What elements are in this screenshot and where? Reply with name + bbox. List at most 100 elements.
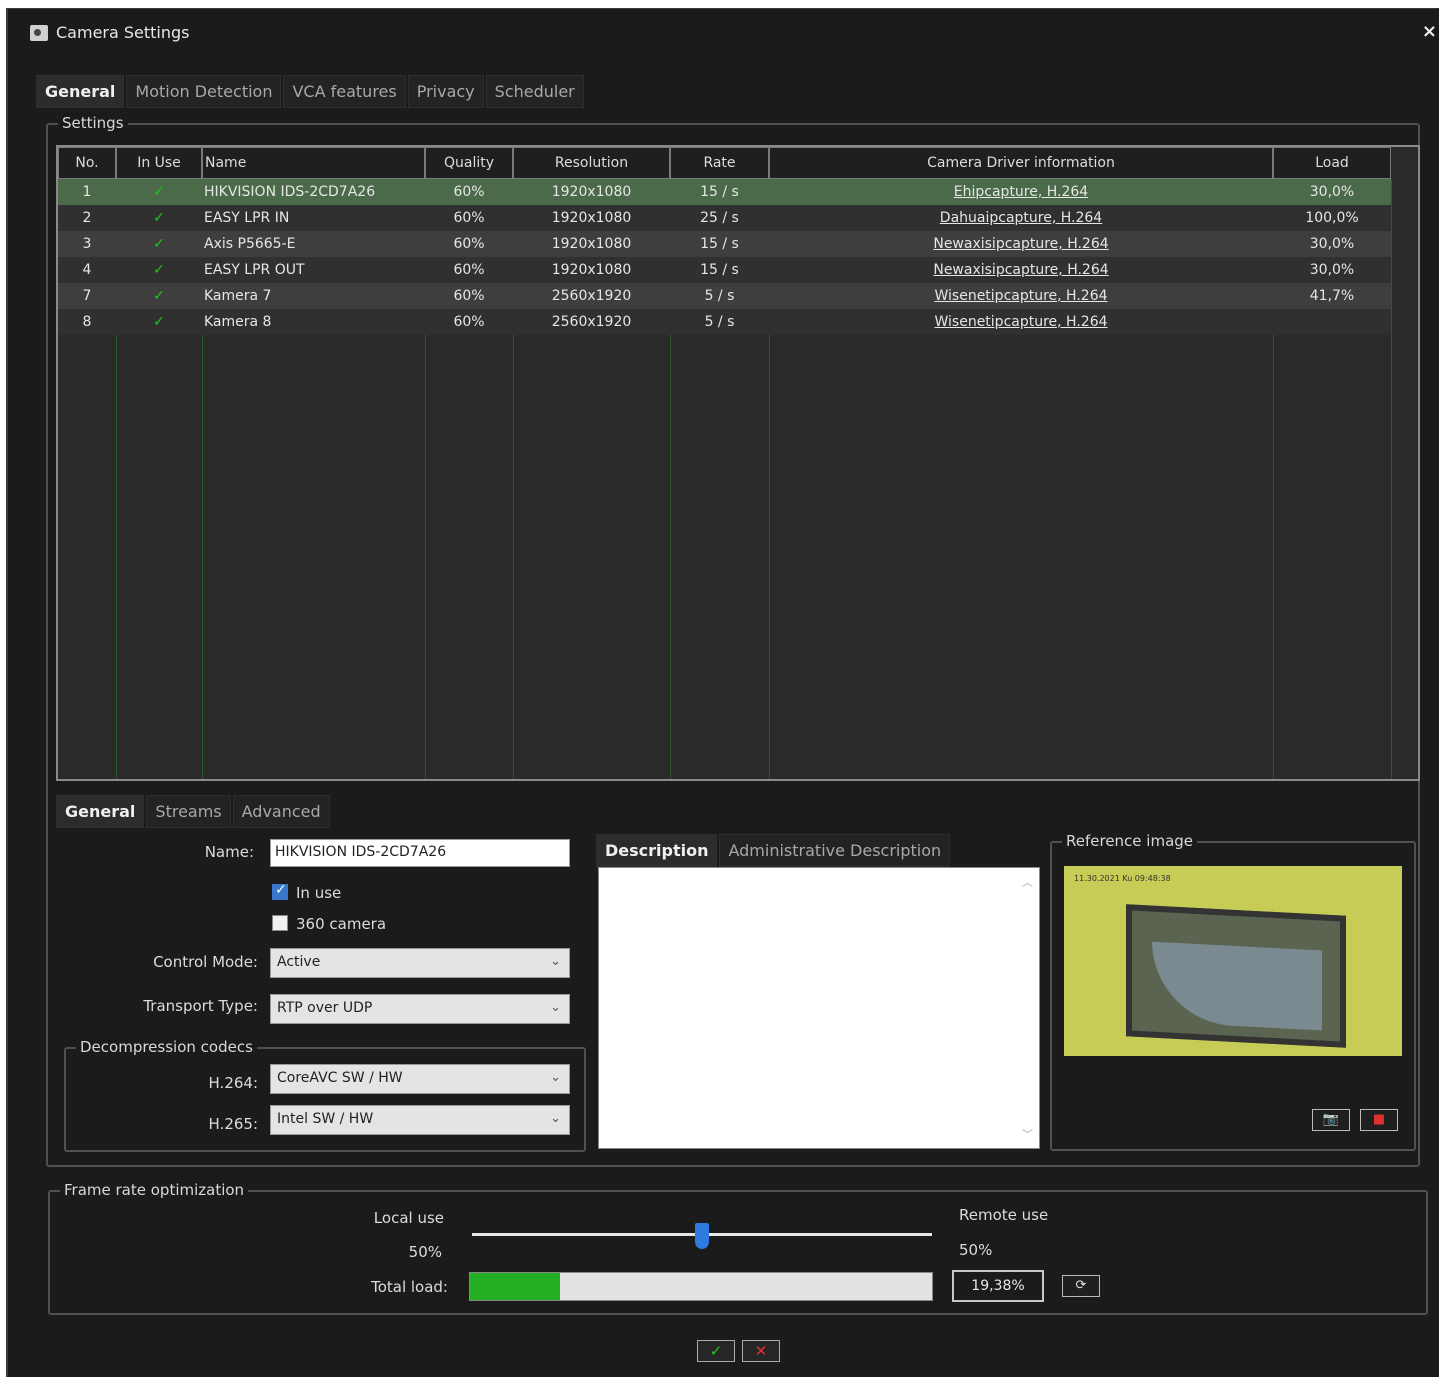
cell-resolution: 1920x1080	[551, 262, 632, 278]
cell-resolution: 1920x1080	[551, 236, 632, 252]
sub-tabs: General Streams Advanced	[56, 795, 332, 828]
header-name[interactable]: Name	[202, 147, 425, 179]
subtab-streams[interactable]: Streams	[146, 795, 231, 828]
usage-slider-thumb[interactable]	[695, 1223, 709, 1249]
cell-quality: 60%	[453, 184, 485, 200]
cell-load: 30,0%	[1309, 236, 1355, 252]
table-row[interactable]: 2 ✓ EASY LPR IN 60% 1920x1080 25 / s Dahuaipca…	[58, 205, 1391, 231]
table-row[interactable]: 8 ✓ Kamera 8 60% 2560x1920 5 / s Wisenetipcapt…	[58, 309, 1391, 335]
tab-general[interactable]: General	[36, 75, 125, 108]
cell-in-use: ✓	[153, 288, 165, 304]
cell-no: 8	[82, 314, 92, 330]
cell-rate: 15 / s	[700, 184, 739, 200]
h264-codec-select[interactable]: CoreAVC SW / HW ⌄	[270, 1064, 570, 1094]
camera-360-checkbox[interactable]	[272, 915, 288, 931]
cell-driver[interactable]: Wisenetipcapture, H.264	[769, 283, 1273, 309]
cell-load: 30,0%	[1309, 262, 1355, 278]
total-load-bar	[469, 1272, 933, 1301]
scroll-up-icon[interactable]: ︿	[1022, 874, 1033, 890]
cell-rate: 15 / s	[700, 236, 739, 252]
table-header: No. In Use Name Quality Resolution Rate …	[58, 147, 1391, 179]
close-button[interactable]: ×	[1422, 21, 1437, 42]
cell-name: EASY LPR OUT	[204, 262, 305, 278]
reference-image-title: Reference image	[1062, 832, 1198, 850]
title-bar: Camera Settings ×	[8, 9, 1439, 53]
cell-rate: 5 / s	[704, 288, 735, 304]
delete-image-icon[interactable]: ■	[1360, 1109, 1398, 1131]
chevron-down-icon: ⌄	[550, 1070, 561, 1085]
tab-administrative-description[interactable]: Administrative Description	[719, 834, 951, 867]
chevron-down-icon: ⌄	[550, 954, 561, 969]
tab-motion-detection[interactable]: Motion Detection	[126, 75, 282, 108]
table-row[interactable]: 7 ✓ Kamera 7 60% 2560x1920 5 / s Wisenetipcapt…	[58, 283, 1391, 309]
cell-driver[interactable]: Newaxisipcapture, H.264	[769, 231, 1273, 257]
cell-resolution: 2560x1920	[551, 314, 632, 330]
cell-load: 41,7%	[1309, 288, 1355, 304]
total-load-label: Total load:	[371, 1278, 448, 1296]
tab-description[interactable]: Description	[596, 834, 718, 867]
cell-in-use: ✓	[153, 236, 165, 252]
h264-label: H.264:	[208, 1074, 258, 1092]
remote-use-value: 50%	[959, 1241, 993, 1259]
cell-driver[interactable]: Wisenetipcapture, H.264	[769, 309, 1273, 335]
header-quality[interactable]: Quality	[425, 147, 513, 179]
h265-codec-select[interactable]: Intel SW / HW ⌄	[270, 1105, 570, 1135]
transport-type-select[interactable]: RTP over UDP ⌄	[270, 994, 570, 1024]
cell-no: 3	[82, 236, 92, 252]
reference-image: 11.30.2021 Ku 09:48:38	[1064, 866, 1402, 1056]
header-in-use[interactable]: In Use	[116, 147, 202, 179]
h265-label: H.265:	[208, 1115, 258, 1133]
table-row[interactable]: 3 ✓ Axis P5665-E 60% 1920x1080 15 / s Newaxisi…	[58, 231, 1391, 257]
cell-rate: 25 / s	[700, 210, 739, 226]
transport-type-value: RTP over UDP	[277, 1000, 373, 1016]
camera-settings-window: Camera Settings × General Motion Detecti…	[6, 8, 1439, 1377]
control-mode-label: Control Mode:	[153, 953, 258, 971]
name-input[interactable]: HIKVISION IDS-2CD7A26	[270, 839, 570, 867]
control-mode-value: Active	[277, 954, 321, 970]
scroll-down-icon[interactable]: ﹀	[1022, 1126, 1033, 1142]
cell-driver[interactable]: Ehipcapture, H.264	[769, 179, 1273, 205]
subtab-general[interactable]: General	[56, 795, 145, 828]
camera-icon[interactable]: 📷	[1312, 1109, 1350, 1131]
cell-driver[interactable]: Dahuaipcapture, H.264	[769, 205, 1273, 231]
total-load-value: 19,38%	[952, 1270, 1044, 1302]
cell-quality: 60%	[453, 210, 485, 226]
frame-rate-title: Frame rate optimization	[60, 1181, 249, 1199]
header-driver-info[interactable]: Camera Driver information	[769, 147, 1273, 179]
description-textarea[interactable]: ︿ ﹀	[598, 867, 1040, 1149]
in-use-checkbox[interactable]	[272, 882, 288, 900]
header-no[interactable]: No.	[58, 147, 116, 179]
decompression-codecs-group: Decompression codecs	[64, 1038, 586, 1152]
cell-name: Kamera 7	[204, 288, 272, 304]
header-resolution[interactable]: Resolution	[513, 147, 670, 179]
tab-vca-features[interactable]: VCA features	[283, 75, 406, 108]
total-load-fill	[470, 1273, 560, 1300]
refresh-icon[interactable]: ⟳	[1062, 1275, 1100, 1297]
table-row[interactable]: 4 ✓ EASY LPR OUT 60% 1920x1080 15 / s Newaxisi…	[58, 257, 1391, 283]
reference-image-road	[1152, 941, 1322, 1031]
subtab-advanced[interactable]: Advanced	[232, 795, 330, 828]
tab-scheduler[interactable]: Scheduler	[485, 75, 584, 108]
table-row[interactable]: 1 ✓ HIKVISION IDS-2CD7A26 60% 1920x1080 15 / …	[58, 179, 1391, 205]
cancel-button[interactable]: ✕	[742, 1340, 780, 1362]
cell-name: HIKVISION IDS-2CD7A26	[204, 184, 376, 200]
chevron-down-icon: ⌄	[550, 1000, 561, 1015]
cell-name: Axis P5665-E	[204, 236, 296, 252]
cell-name: Kamera 8	[204, 314, 272, 330]
cell-resolution: 1920x1080	[551, 184, 632, 200]
cell-no: 4	[82, 262, 92, 278]
cell-no: 1	[82, 184, 92, 200]
camera-settings-icon	[30, 25, 48, 41]
cell-driver[interactable]: Newaxisipcapture, H.264	[769, 257, 1273, 283]
ok-button[interactable]: ✓	[697, 1340, 735, 1362]
header-rate[interactable]: Rate	[670, 147, 769, 179]
camera-table: No. In Use Name Quality Resolution Rate …	[56, 145, 1420, 781]
cell-rate: 5 / s	[704, 314, 735, 330]
control-mode-select[interactable]: Active ⌄	[270, 948, 570, 978]
cell-load: 100,0%	[1305, 210, 1359, 226]
description-tabs: Description Administrative Description	[596, 834, 952, 867]
cell-no: 7	[82, 288, 92, 304]
header-load[interactable]: Load	[1273, 147, 1391, 179]
tab-privacy[interactable]: Privacy	[407, 75, 484, 108]
cell-resolution: 2560x1920	[551, 288, 632, 304]
